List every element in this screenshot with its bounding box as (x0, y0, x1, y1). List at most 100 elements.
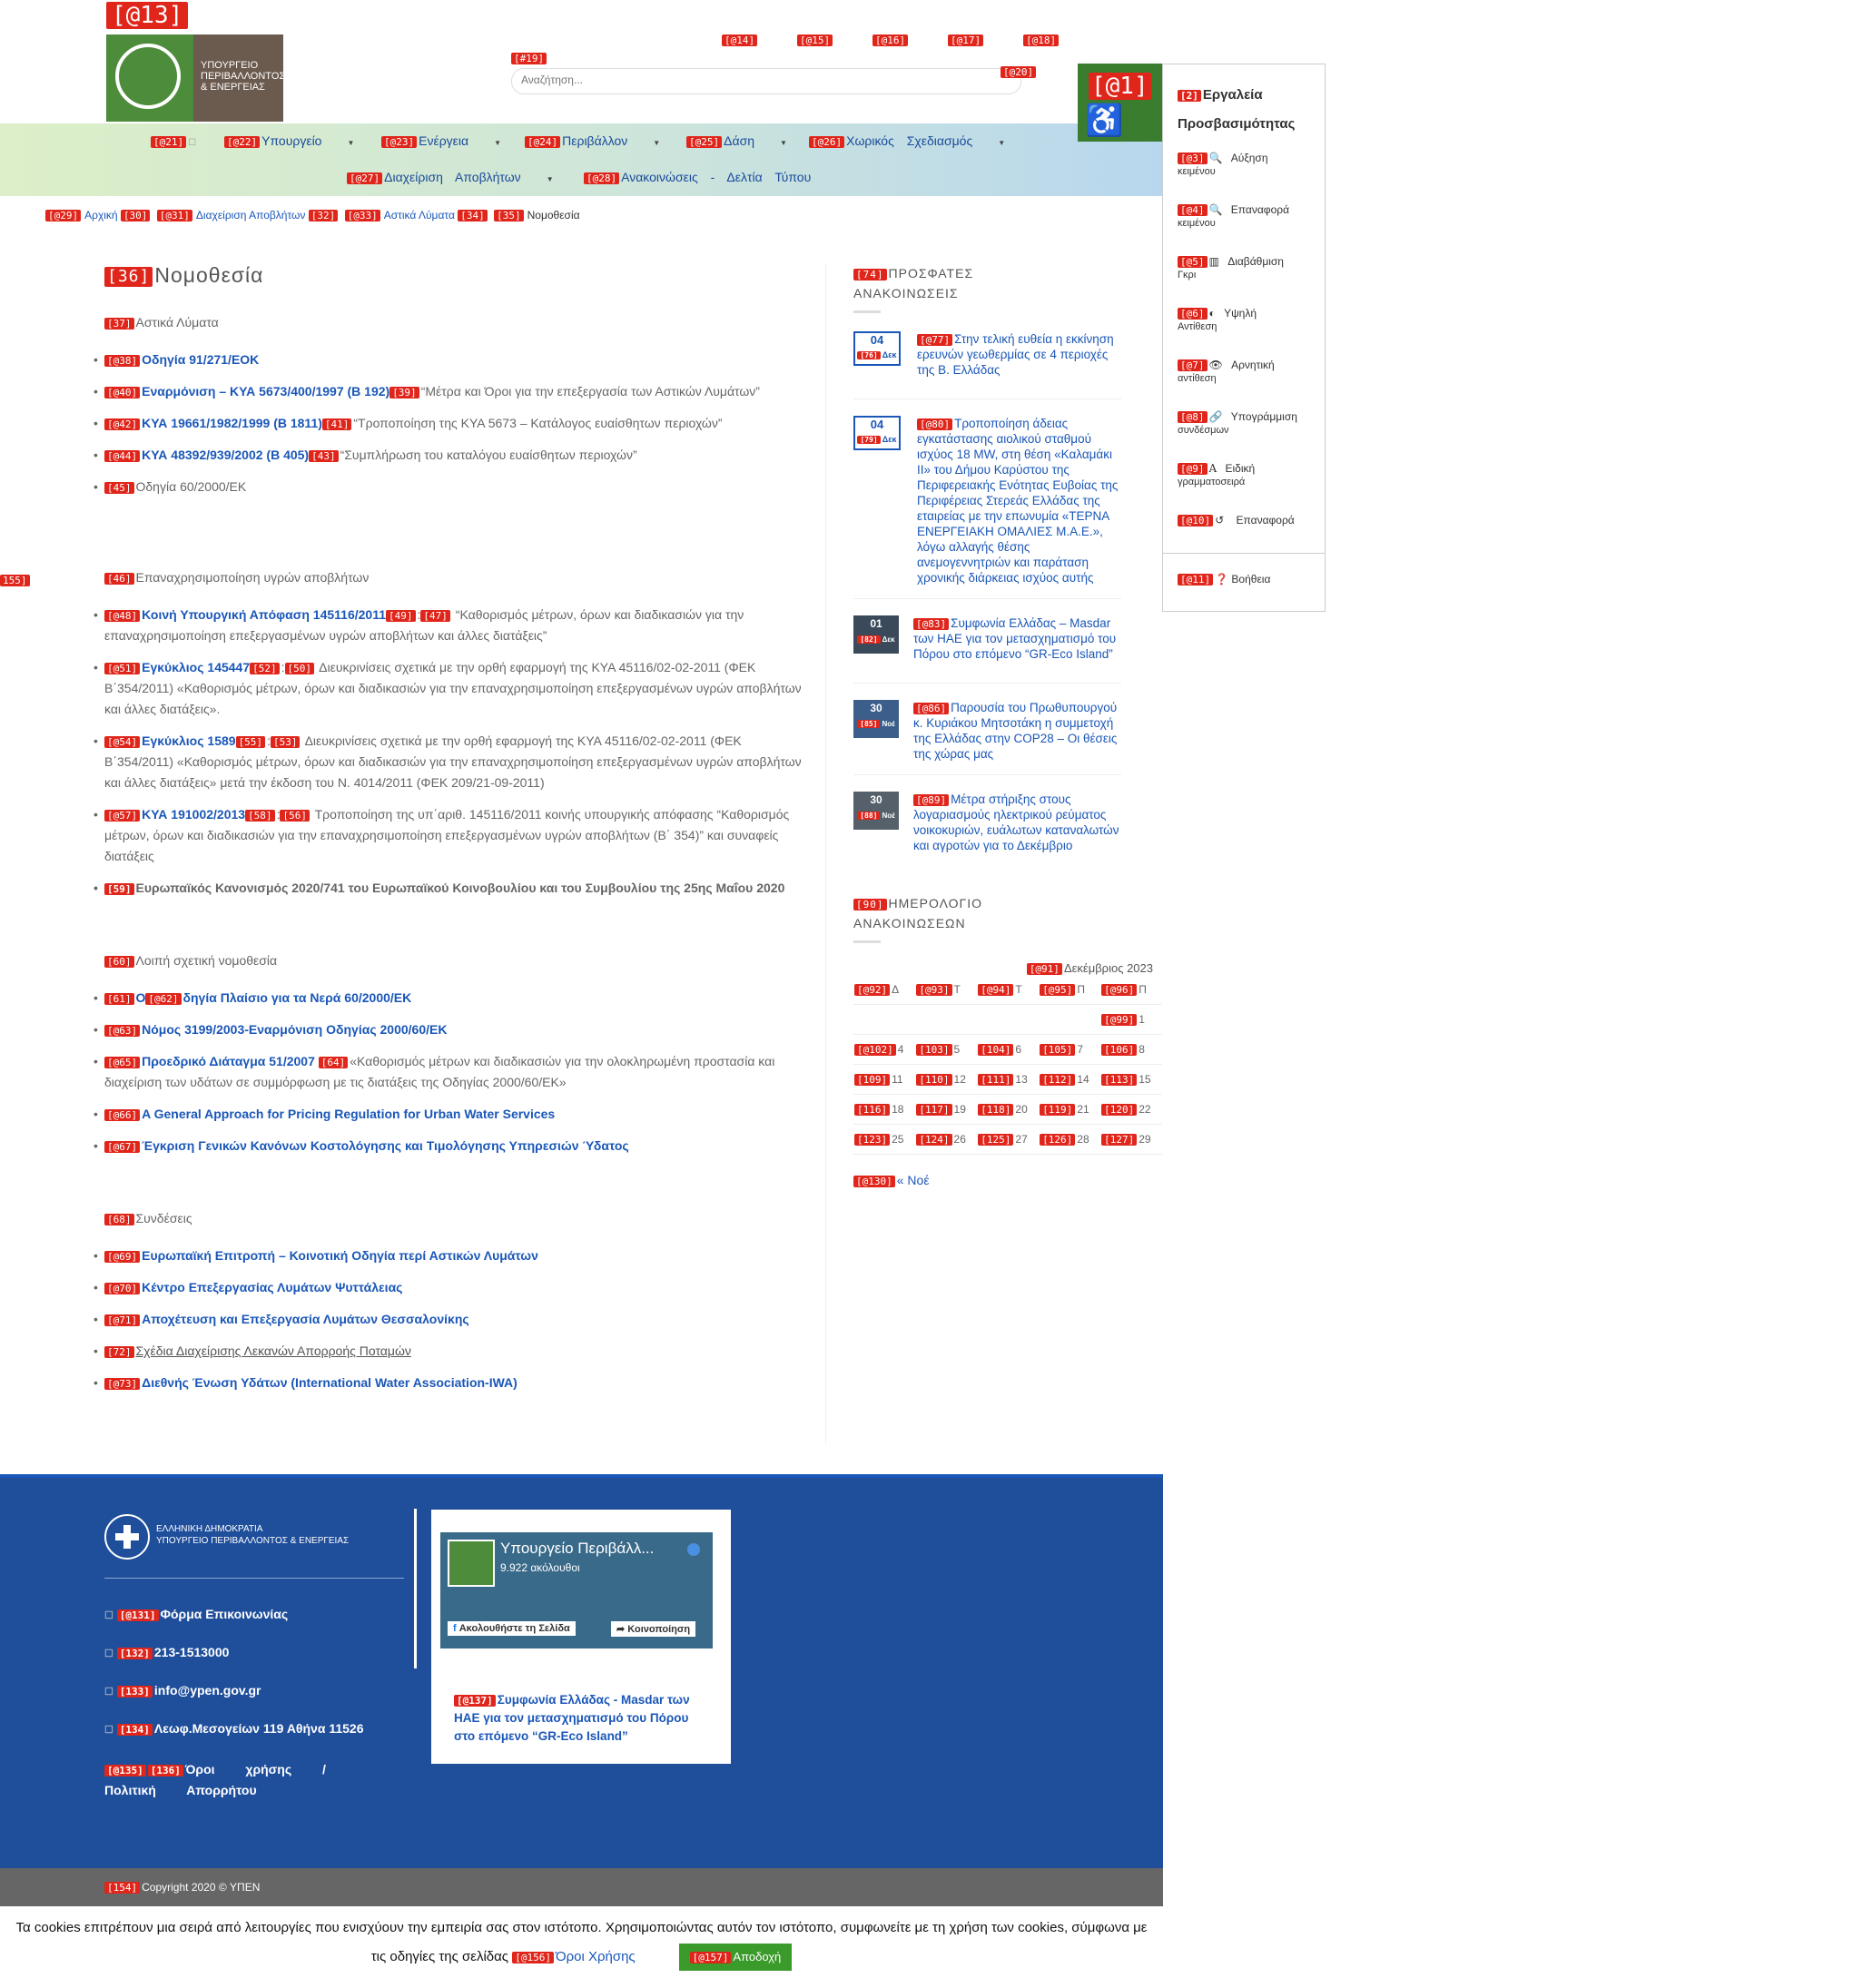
top-link-2[interactable]: [@15] (797, 34, 833, 46)
item-link[interactable]: Εναρμόνιση – ΚΥΑ 5673/400/1997 (Β 192) (142, 384, 389, 399)
news-link[interactable]: Τροποποίηση άδειας εγκατάστασης αιολικού… (917, 417, 1118, 585)
cal-day[interactable]: [125] 27 (977, 1124, 1040, 1156)
fb-share-label: Κοινοποίηση (627, 1624, 691, 1635)
item-link[interactable]: Νόμος 3199/2003-Εναρμόνιση Οδηγίας 2000/… (142, 1022, 447, 1037)
top-link-4[interactable]: [@17] (948, 34, 984, 46)
item-link[interactable]: Ο (136, 990, 146, 1005)
acc-high-contrast[interactable]: [@6] ◐ Υψηλή Αντίθεση (1178, 307, 1257, 333)
footer-terms[interactable]: [@135] [136] Όροι χρήσης / Πολιτική Απορρή… (104, 1759, 404, 1801)
cal-day[interactable]: [104] 6 (977, 1034, 1040, 1066)
acc-reset[interactable]: [@10] ↺ Επαναφορά (1178, 514, 1295, 527)
cal-day-num: 6 (1015, 1042, 1022, 1056)
cal-tag: [@92] (854, 984, 891, 997)
nav-item-home[interactable]: [@21] ☐ (151, 133, 196, 148)
calendar-prev[interactable]: [@130] « Νοέ (853, 1173, 1162, 1187)
cookie-terms-link[interactable]: Όροι Χρήσης (556, 1949, 636, 1964)
cal-day[interactable]: [116] 18 (853, 1094, 916, 1126)
nav-item-energy[interactable]: [@23] Ενέργεια ▼ (381, 133, 501, 148)
cal-day[interactable]: [127] 29 (1100, 1124, 1162, 1156)
cal-day[interactable]: [@99] 1 (1100, 1004, 1162, 1036)
cal-day[interactable]: [126] 28 (1039, 1124, 1101, 1156)
item-link[interactable]: Εγκύκλιος 1589 (142, 733, 235, 748)
cal-day[interactable]: [106] 8 (1100, 1034, 1162, 1066)
cal-day[interactable]: [@102] 4 (853, 1034, 916, 1066)
top-link-1[interactable]: [@14] (722, 34, 758, 46)
acc-increase-text[interactable]: [@3] 🔍 Αύξηση κειμένου (1178, 152, 1268, 178)
item-link[interactable]: Οδηγία 91/271/ΕΟΚ (142, 352, 259, 367)
item-link[interactable]: Κοινή Υπουργική Απόφαση 145116/2011 (142, 607, 386, 622)
accessibility-button[interactable]: [@1] ♿ (1078, 64, 1162, 142)
item-link[interactable]: ΚΥΑ 48392/939/2002 (Β 405) (142, 448, 309, 462)
nav-item-environment[interactable]: [@24] Περιβάλλον ▼ (525, 133, 660, 148)
breadcrumb-waste[interactable]: Διαχείριση Αποβλήτων (196, 209, 305, 221)
cal-day[interactable]: [120] 22 (1100, 1094, 1162, 1126)
cal-tag: [111] (978, 1074, 1014, 1087)
cal-day[interactable]: [124] 26 (915, 1124, 978, 1156)
fb-follow-button[interactable]: f Ακολουθήστε τη Σελίδα (448, 1621, 576, 1636)
search-button[interactable]: [@20] (1001, 66, 1037, 78)
acc-label-2: κειμένου (1178, 218, 1216, 230)
item-link[interactable]: δηγία Πλαίσιο για τα Νερά 60/2000/ΕΚ (183, 990, 412, 1005)
nav-item-ministry[interactable]: [@22] Υπουργείο ▼ (224, 133, 354, 148)
cal-day[interactable]: [103] 5 (915, 1034, 978, 1066)
item-link[interactable]: Διεθνής Ένωση Υδάτων (International Wate… (142, 1375, 518, 1390)
item-link[interactable]: Αποχέτευση και Επεξεργασία Λυμάτων Θεσσα… (142, 1312, 469, 1326)
item-link[interactable]: A General Approach for Pricing Regulatio… (142, 1107, 555, 1121)
cal-day[interactable]: [111] 13 (977, 1064, 1040, 1096)
footer-email[interactable]: ☐ [133] info@ypen.gov.gr (104, 1683, 261, 1698)
item-link[interactable]: Έγκριση Γενικών Κανόνων Κοστολόγησης και… (142, 1138, 629, 1153)
prev-month-link[interactable]: « Νοέ (897, 1173, 930, 1187)
item-link[interactable]: Κέντρο Επεξεργασίας Λυμάτων Ψυττάλειας (142, 1280, 402, 1294)
cal-day[interactable]: [105] 7 (1039, 1034, 1101, 1066)
item-tag: [@69] (104, 1250, 141, 1263)
item-tag: [53] (270, 735, 301, 748)
top-link-5[interactable]: [@18] (1023, 34, 1060, 46)
nav-item-announcements[interactable]: [@28] Ανακοινώσεις - Δελτία Τύπου (584, 170, 811, 184)
cal-day-num: 25 (892, 1132, 904, 1146)
acc-help[interactable]: [@11] ❓ Βοήθεια (1178, 573, 1270, 586)
nav-item-waste[interactable]: [@27] Διαχείριση Αποβλήτων ▼ (347, 170, 554, 184)
cal-day[interactable]: [113] 15 (1100, 1064, 1162, 1096)
acc-negative-contrast[interactable]: [@7] 👁 Αρνητική αντίθεση (1178, 359, 1275, 385)
fb-share-button[interactable]: ➦ Κοινοποίηση (611, 1621, 696, 1637)
cal-day[interactable]: [109] 11 (853, 1064, 916, 1096)
breadcrumb-urban[interactable]: Αστικά Λύματα (384, 209, 455, 221)
cal-day[interactable]: [110] 12 (915, 1064, 978, 1096)
cookie-accept-button[interactable]: [@157] Αποδοχή (678, 1944, 793, 1971)
acc-readable-font[interactable]: [@9] A Ειδική γραμματοσειρά (1178, 462, 1255, 488)
item-link[interactable]: ΚΥΑ 191002/2013 (142, 807, 245, 822)
nav-item-spatial-planning[interactable]: [@26] Χωρικός Σχεδιασμός ▼ (809, 133, 1005, 148)
nav-item-forests[interactable]: [@25] Δάση ▼ (686, 133, 787, 148)
caret-down-icon: ▼ (653, 139, 661, 147)
sidebar-divider (825, 263, 826, 1443)
footer-contact[interactable]: ☐ [@131] Φόρμα Επικοινωνίας (104, 1607, 288, 1621)
caret-down-icon: ▼ (780, 139, 787, 147)
item-link[interactable]: Εγκύκλιος 145447 (142, 660, 250, 674)
item-link[interactable]: Προεδρικό Διάταγμα 51/2007 (142, 1054, 315, 1068)
heading-rule (853, 940, 881, 943)
cal-head: [@92] Δ (853, 975, 916, 1006)
acc-grayscale[interactable]: [@5] ▥ Διαβάθμιση Γκρι (1178, 255, 1284, 281)
facebook-banner[interactable]: Υπουργείο Περιβάλλ... 9.922 ακόλουθοι f … (440, 1532, 713, 1648)
section-label: Λοιπή σχετική νομοθεσία (135, 953, 278, 968)
item-link[interactable]: Ευρωπαϊκή Επιτροπή – Κοινοτική Οδηγία πε… (142, 1248, 538, 1263)
cal-day-num: 28 (1077, 1132, 1089, 1146)
top-link-3[interactable]: [@16] (872, 34, 909, 46)
ministry-logo[interactable]: ΥΠΟΥΡΓΕΙΟ ΠΕΡΙΒΑΛΛΟΝΤΟΣ & ΕΝΕΡΓΕΙΑΣ (106, 34, 285, 122)
acc-underline-links[interactable]: [@8] 🔗 Υπογράμμιση συνδέσμων (1178, 410, 1297, 437)
cal-day[interactable]: [123] 25 (853, 1124, 916, 1156)
cal-day[interactable]: [119] 21 (1039, 1094, 1101, 1126)
acc-label: Υψηλή (1224, 307, 1257, 320)
cal-day[interactable]: [112] 14 (1039, 1064, 1101, 1096)
list-item: [@65]Προεδρικό Διάταγμα 51/2007 [64]«Καθ… (94, 1051, 803, 1093)
acc-reset-text[interactable]: [@4] 🔍 Επαναφορά κειμένου (1178, 203, 1289, 230)
search-input[interactable] (519, 73, 995, 87)
breadcrumb-home[interactable]: Αρχική (84, 209, 117, 221)
cal-day[interactable]: [118] 20 (977, 1094, 1040, 1126)
list-urban: [@38]Οδηγία 91/271/ΕΟΚ [@40]Εναρμόνιση –… (94, 349, 803, 497)
cal-day[interactable]: [117] 19 (915, 1094, 978, 1126)
item-link[interactable]: Σχέδια Διαχείρισης Λεκανών Απορροής Ποτα… (136, 1343, 411, 1358)
contact-icon: ☐ (104, 1610, 113, 1621)
fb-news-item[interactable]: [@137] Συμφωνία Ελλάδας - Masdar των ΗΑΕ … (454, 1691, 701, 1746)
item-link[interactable]: ΚΥΑ 19661/1982/1999 (Β 1811) (142, 416, 322, 430)
